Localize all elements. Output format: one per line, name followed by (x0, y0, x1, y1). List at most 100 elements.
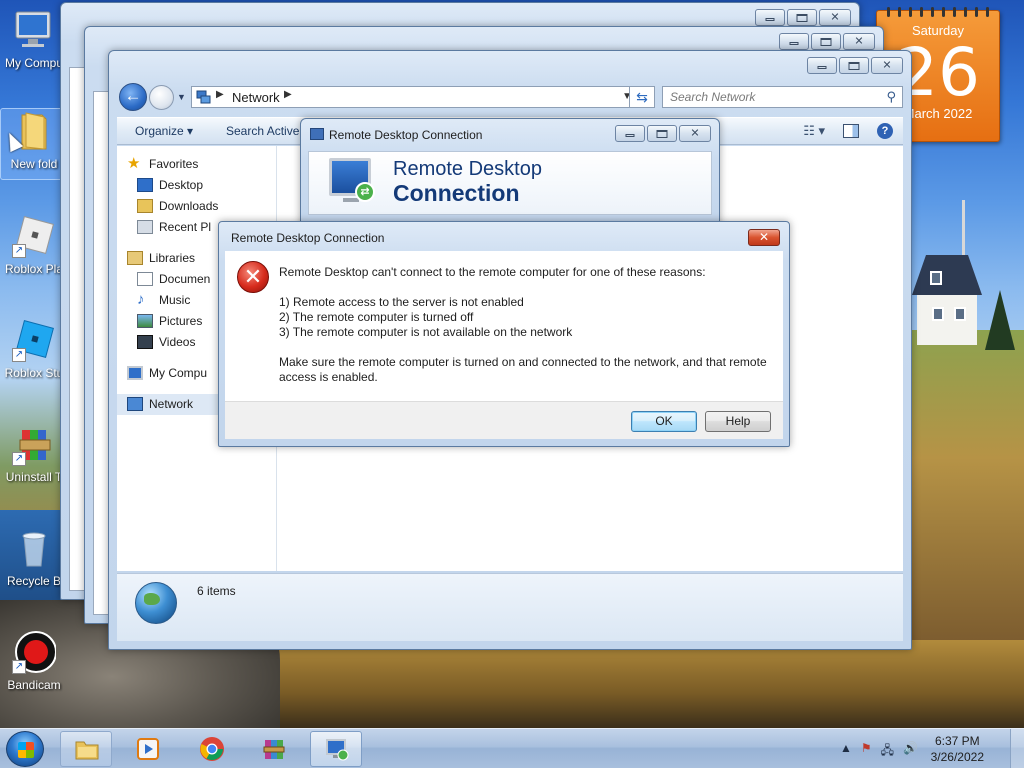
dialog-footer: OK Help (225, 401, 783, 439)
close-button[interactable]: ✕ (748, 229, 780, 246)
taskbar-item-chrome[interactable] (186, 731, 238, 767)
start-button[interactable] (6, 731, 44, 767)
desktop-icon-roblox-studio[interactable]: ↗ Roblox Stu (0, 318, 68, 380)
back-button[interactable]: ← (119, 83, 147, 111)
libraries-icon (127, 251, 143, 265)
refresh-button[interactable]: ⇆ (629, 86, 655, 108)
maximize-button[interactable] (839, 57, 869, 74)
arrow-left-icon: ← (124, 86, 142, 105)
network-icon (127, 397, 143, 411)
search-active-directory-button[interactable]: Search Active (226, 124, 299, 138)
refresh-icon: ⇆ (636, 89, 648, 105)
desktop-icon-label: My Compu (4, 56, 63, 70)
computer-icon (12, 8, 56, 52)
breadcrumb-network[interactable]: Network (232, 90, 280, 105)
ok-button[interactable]: OK (631, 411, 697, 432)
error-icon: ✕ (237, 261, 269, 293)
maximize-button[interactable] (647, 125, 677, 142)
search-icon[interactable]: ⚲ (886, 87, 896, 107)
desktop-icon-label: New fold (10, 157, 58, 171)
taskbar-item-explorer[interactable] (60, 731, 112, 767)
minimize-button[interactable] (615, 125, 645, 142)
nav-label: Recent Pl (159, 220, 212, 234)
shortcut-arrow-icon: ↗ (12, 348, 26, 362)
maximize-button[interactable] (787, 9, 817, 26)
desktop-icon (137, 178, 153, 192)
error-reason-3: 3) The remote computer is not available … (279, 325, 573, 339)
nav-label: My Compu (149, 366, 208, 380)
network-icon (196, 90, 211, 104)
close-button[interactable]: ✕ (679, 125, 711, 142)
desktop-icon-recycle-bin[interactable]: Recycle B (0, 526, 68, 588)
minimize-button[interactable] (807, 57, 837, 74)
pictures-icon (137, 314, 153, 328)
banner-line-2: Connection (393, 180, 520, 206)
remote-desktop-icon (326, 739, 349, 761)
close-button[interactable]: ✕ (871, 57, 903, 74)
show-desktop-button[interactable] (1010, 729, 1024, 768)
computer-icon (127, 366, 143, 380)
downloads-icon (137, 199, 153, 213)
minimize-button[interactable] (779, 33, 809, 50)
system-tray: ▲ ⚑ 🖧 🔊 6:37 PM 3/26/2022 (834, 729, 1024, 768)
desktop-icon-roblox-player[interactable]: ↗ Roblox Pla (0, 214, 68, 276)
clock-time: 6:37 PM (934, 734, 980, 748)
close-button[interactable]: ✕ (819, 9, 851, 26)
clock-date: 3/26/2022 (930, 750, 984, 764)
remote-desktop-banner: ⇄ Remote Desktop Connection (308, 151, 712, 215)
remote-desktop-window[interactable]: Remote Desktop Connection ✕ ⇄ Remote Des… (300, 118, 720, 230)
minimize-button[interactable] (755, 9, 785, 26)
organize-menu[interactable]: Organize ▾ (135, 124, 193, 138)
error-dialog[interactable]: Remote Desktop Connection ✕ ✕ Remote Des… (218, 221, 790, 447)
bandicam-icon: ↗ (12, 630, 57, 674)
nav-label: Pictures (159, 314, 203, 328)
help-icon[interactable]: ? (877, 123, 893, 139)
close-button[interactable]: ✕ (843, 33, 875, 50)
taskbar-item-media-player[interactable] (122, 731, 174, 767)
remote-desktop-icon (310, 128, 324, 140)
nav-label: Downloads (159, 199, 219, 213)
shortcut-arrow-icon: ↗ (12, 660, 26, 674)
taskbar: ▲ ⚑ 🖧 🔊 6:37 PM 3/26/2022 (0, 728, 1024, 768)
nav-item-downloads[interactable]: Downloads (117, 196, 276, 217)
chevron-right-icon[interactable]: ▶ (284, 89, 292, 100)
action-center-flag-icon[interactable]: ⚑ (861, 741, 872, 762)
forward-button[interactable] (149, 85, 174, 110)
taskbar-clock[interactable]: 6:37 PM 3/26/2022 (931, 733, 984, 765)
archive-icon (263, 740, 285, 759)
nav-item-desktop[interactable]: Desktop (117, 175, 276, 196)
recent-pages-dropdown[interactable]: ▼ (177, 92, 186, 102)
chevron-right-icon[interactable]: ▶ (216, 89, 224, 100)
search-input[interactable]: Search Network ⚲ (662, 86, 903, 108)
nav-label: Libraries (149, 251, 196, 265)
taskbar-item-winrar[interactable] (248, 731, 300, 767)
star-icon: ★ (127, 155, 141, 172)
desktop: Saturday 26 March 2022 My Compu New fold… (0, 0, 1024, 728)
error-intro: Remote Desktop can't connect to the remo… (279, 265, 706, 279)
error-message: Remote Desktop can't connect to the remo… (279, 265, 775, 385)
volume-icon[interactable]: 🔊 (903, 741, 918, 762)
network-status-icon[interactable]: 🖧 (881, 741, 894, 762)
folder-icon (75, 741, 99, 760)
window-controls: ✕ (615, 125, 711, 142)
error-reason-2: 2) The remote computer is turned off (279, 310, 474, 324)
desktop-icon-my-computer[interactable]: My Compu (0, 8, 68, 70)
media-player-icon (137, 738, 159, 760)
window-controls: ✕ (807, 57, 903, 74)
help-button[interactable]: Help (705, 411, 771, 432)
show-hidden-icons-icon[interactable]: ▲ (840, 741, 852, 762)
desktop-icon-bandicam[interactable]: ↗ Bandicam (0, 630, 68, 692)
nav-label: Music (159, 293, 191, 307)
address-bar[interactable]: ▶ Network ▶ ▼ (191, 86, 637, 108)
documents-icon (137, 272, 153, 286)
desktop-icon-label: Roblox Stu (4, 366, 64, 380)
preview-pane-icon[interactable] (843, 124, 859, 138)
roblox-studio-icon: ↗ (12, 318, 56, 362)
view-options-icon[interactable]: ☷ ▾ (803, 123, 825, 139)
nav-item-favorites[interactable]: ★ Favorites (117, 154, 276, 175)
wallpaper-house (912, 255, 982, 345)
maximize-button[interactable] (811, 33, 841, 50)
item-count: 6 items (197, 584, 236, 598)
desktop-icon-uninstall-tool[interactable]: ↗ Uninstall T (0, 422, 68, 484)
taskbar-item-remote-desktop[interactable] (310, 731, 362, 767)
